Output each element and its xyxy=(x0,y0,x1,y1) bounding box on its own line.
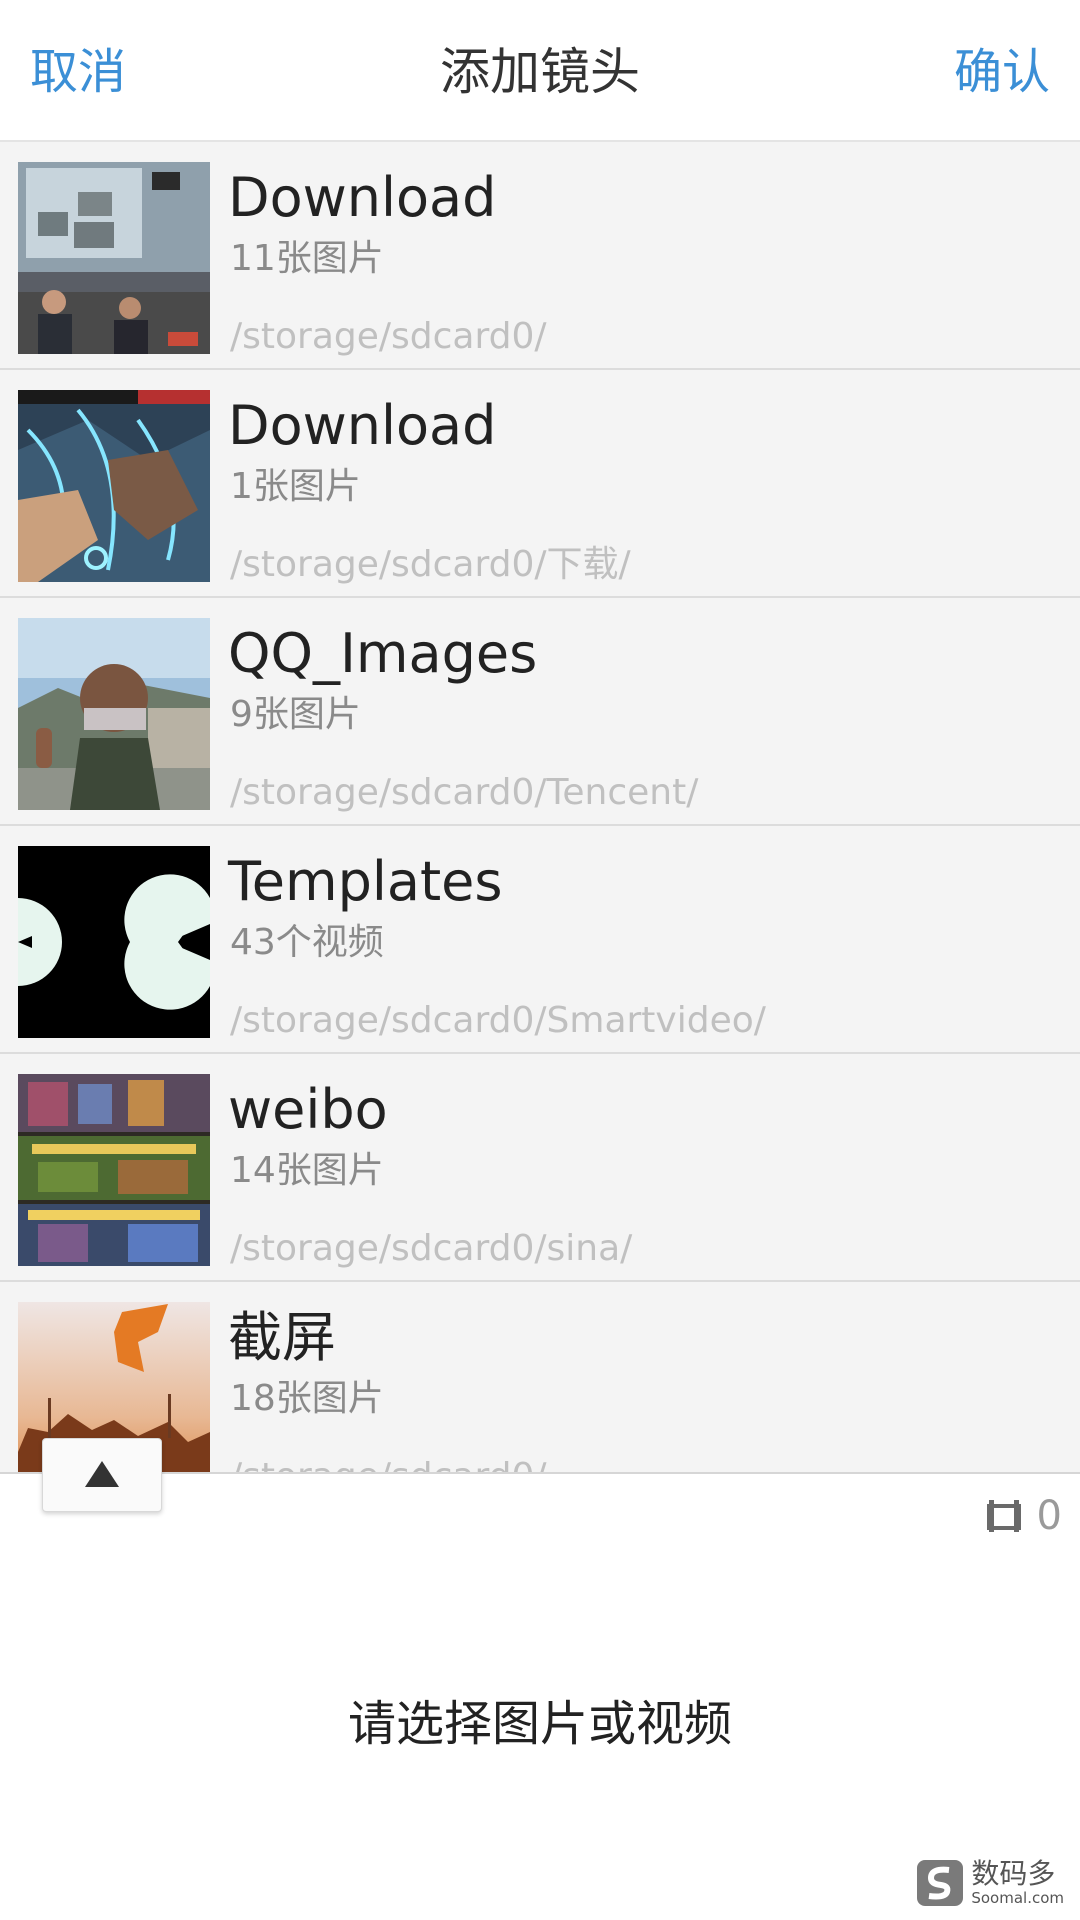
album-path: /storage/sdcard0/ xyxy=(230,1452,547,1472)
album-item-download[interactable]: Download 11张图片 /storage/sdcard0/ xyxy=(0,142,1080,370)
album-path: /storage/sdcard0/sina/ xyxy=(230,1228,633,1269)
album-count: 11张图片 xyxy=(230,238,384,279)
album-path: /storage/sdcard0/ xyxy=(230,316,547,357)
album-count: 43个视频 xyxy=(230,922,384,963)
watermark: 数码多 Soomal.com xyxy=(917,1860,1064,1906)
album-path: /storage/sdcard0/Smartvideo/ xyxy=(230,1000,766,1041)
clip-counter: 0 xyxy=(986,1486,1062,1546)
album-item-download-2[interactable]: Download 1张图片 /storage/sdcard0/下载/ xyxy=(0,370,1080,598)
clip-count: 0 xyxy=(1036,1493,1062,1539)
album-thumbnail xyxy=(18,618,210,810)
empty-selection-prompt: 请选择图片或视频 xyxy=(347,1696,732,1752)
soomal-logo-icon xyxy=(917,1860,964,1906)
top-bar: 取消 添加镜头 确认 xyxy=(0,0,1080,142)
album-thumbnail xyxy=(18,390,210,582)
album-item-screenshots[interactable]: 截屏 18张图片 /storage/sdcard0/ xyxy=(0,1282,1080,1472)
album-item-templates[interactable]: Templates 43个视频 /storage/sdcard0/Smartvi… xyxy=(0,826,1080,1054)
clip-frame-icon xyxy=(986,1500,1021,1532)
album-count: 14张图片 xyxy=(230,1150,384,1191)
watermark-en: Soomal.com xyxy=(971,1889,1064,1907)
album-thumbnail xyxy=(18,846,210,1038)
album-name: 截屏 xyxy=(228,1306,336,1369)
album-thumbnail xyxy=(18,1074,210,1266)
album-count: 1张图片 xyxy=(230,466,361,507)
album-count: 9张图片 xyxy=(230,694,361,735)
triangle-up-icon xyxy=(85,1461,119,1487)
album-name: Download xyxy=(228,394,497,457)
watermark-cn: 数码多 xyxy=(971,1857,1056,1890)
album-name: Download xyxy=(228,166,497,229)
selection-panel: 0 请选择图片或视频 数码多 Soomal.com xyxy=(0,1438,1080,1920)
album-thumbnail xyxy=(18,162,210,354)
album-count: 18张图片 xyxy=(230,1378,384,1419)
album-path: /storage/sdcard0/Tencent/ xyxy=(230,772,699,813)
album-name: QQ_Images xyxy=(228,622,538,685)
album-name: weibo xyxy=(228,1078,388,1141)
album-item-qq-images[interactable]: QQ_Images 9张图片 /storage/sdcard0/Tencent/ xyxy=(0,598,1080,826)
album-list[interactable]: Download 11张图片 /storage/sdcard0/ Downloa… xyxy=(0,142,1080,1472)
album-name: Templates xyxy=(228,850,503,913)
expand-panel-button[interactable] xyxy=(42,1438,162,1512)
album-path: /storage/sdcard0/下载/ xyxy=(230,544,631,585)
page-title: 添加镜头 xyxy=(440,43,640,101)
album-item-weibo[interactable]: weibo 14张图片 /storage/sdcard0/sina/ xyxy=(0,1054,1080,1282)
confirm-button[interactable]: 确认 xyxy=(954,40,1050,104)
